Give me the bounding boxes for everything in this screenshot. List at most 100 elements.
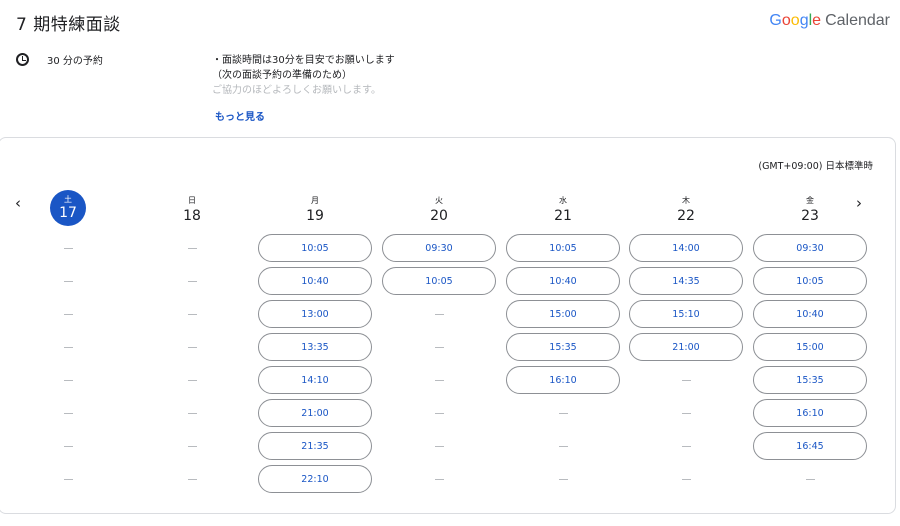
no-slot-placeholder [506,432,620,460]
day-header: 日 18 [135,189,249,229]
day-header-today: 土 17 [11,189,125,229]
google-calendar-logo: Google Calendar [769,12,890,30]
time-slot-button[interactable]: 15:35 [753,366,867,394]
dash-mark [187,346,197,348]
dash-mark [434,445,444,447]
no-slot-placeholder [506,399,620,427]
time-slot-button[interactable]: 10:05 [506,234,620,262]
no-slot-placeholder [135,366,249,394]
slot-list [11,234,125,493]
day-column: 月 19 10:05 10:40 13:00 13:35 14:10 21:00 21:35 22… [258,189,372,498]
dash-mark [63,280,73,282]
day-number: 18 [183,208,201,224]
day-column: 木 22 14:00 14:35 15:10 21:00 [629,189,743,498]
day-column: 金 23 09:30 10:05 10:40 15:00 15:35 16:10 16:45 [753,189,867,498]
google-letter: e [812,12,822,29]
dash-mark [434,412,444,414]
day-column: 水 21 10:05 10:40 15:00 15:35 16:10 [506,189,620,498]
no-slot-placeholder [135,465,249,493]
time-slot-button[interactable]: 16:10 [506,366,620,394]
day-of-week: 日 [188,196,196,205]
time-slot-button[interactable]: 14:10 [258,366,372,394]
no-slot-placeholder [135,333,249,361]
slot-list: 10:05 10:40 15:00 15:35 16:10 [506,234,620,493]
day-of-week: 水 [559,196,567,205]
time-slot-button[interactable]: 21:00 [629,333,743,361]
time-slot-button[interactable]: 10:05 [258,234,372,262]
day-number: 23 [801,208,819,224]
dash-mark [187,313,197,315]
dash-mark [63,412,73,414]
time-slot-button[interactable]: 13:35 [258,333,372,361]
no-slot-placeholder [11,267,125,295]
time-slot-button[interactable]: 22:10 [258,465,372,493]
day-header: 木 22 [629,189,743,229]
dash-mark [63,478,73,480]
time-slot-button[interactable]: 21:00 [258,399,372,427]
time-slot-button[interactable]: 10:40 [753,300,867,328]
show-more-link[interactable]: もっと見る [215,108,265,123]
no-slot-placeholder [382,333,496,361]
slot-list: 09:30 10:05 [382,234,496,493]
no-slot-placeholder [753,465,867,493]
no-slot-placeholder [135,399,249,427]
time-slot-button[interactable]: 21:35 [258,432,372,460]
time-slot-button[interactable]: 16:45 [753,432,867,460]
no-slot-placeholder [506,465,620,493]
schedule-panel: (GMT+09:00) 日本標準時 ‹ › 土 17 日 18 月 19 10:05 10:4… [0,137,896,514]
time-slot-button[interactable]: 15:10 [629,300,743,328]
no-slot-placeholder [11,234,125,262]
day-of-week: 金 [806,196,814,205]
no-slot-placeholder [382,300,496,328]
no-slot-placeholder [11,366,125,394]
time-slot-button[interactable]: 10:05 [382,267,496,295]
time-slot-button[interactable]: 14:35 [629,267,743,295]
dash-mark [187,247,197,249]
time-slot-button[interactable]: 10:40 [506,267,620,295]
slot-list: 09:30 10:05 10:40 15:00 15:35 16:10 16:45 [753,234,867,493]
day-of-week: 月 [311,196,319,205]
day-number: 22 [677,208,695,224]
dash-mark [63,313,73,315]
no-slot-placeholder [382,465,496,493]
time-slot-button[interactable]: 09:30 [382,234,496,262]
dash-mark [558,478,568,480]
dash-mark [681,478,691,480]
dash-mark [434,478,444,480]
time-slot-button[interactable]: 09:30 [753,234,867,262]
time-slot-button[interactable]: 13:00 [258,300,372,328]
time-slot-button[interactable]: 10:05 [753,267,867,295]
no-slot-placeholder [135,267,249,295]
no-slot-placeholder [11,300,125,328]
day-header: 金 23 [753,189,867,229]
no-slot-placeholder [382,432,496,460]
time-slot-button[interactable]: 16:10 [753,399,867,427]
time-slot-button[interactable]: 15:00 [753,333,867,361]
day-number: 19 [306,208,324,224]
day-of-week: 土 [64,195,72,204]
time-slot-button[interactable]: 10:40 [258,267,372,295]
dash-mark [63,445,73,447]
dash-mark [681,379,691,381]
dash-mark [187,379,197,381]
time-slot-button[interactable]: 14:00 [629,234,743,262]
description: ・面談時間は30分を目安でお願いします （次の面談予約の準備のため） ご協力のほ… [212,53,395,98]
duration-row: 30 分の予約 [16,52,103,67]
dash-mark [63,346,73,348]
google-letter: G [769,12,782,29]
timezone-label: (GMT+09:00) 日本標準時 [758,161,873,172]
description-line: ・面談時間は30分を目安でお願いします [212,55,395,66]
time-slot-button[interactable]: 15:35 [506,333,620,361]
dash-mark [63,379,73,381]
dash-mark [558,445,568,447]
day-number: 20 [430,208,448,224]
no-slot-placeholder [629,432,743,460]
no-slot-placeholder [11,399,125,427]
no-slot-placeholder [135,432,249,460]
page-title: 7 期特練面談 [16,15,121,35]
day-column: 土 17 [11,189,125,498]
day-column: 日 18 [135,189,249,498]
no-slot-placeholder [11,465,125,493]
clock-icon [16,53,29,66]
time-slot-button[interactable]: 15:00 [506,300,620,328]
